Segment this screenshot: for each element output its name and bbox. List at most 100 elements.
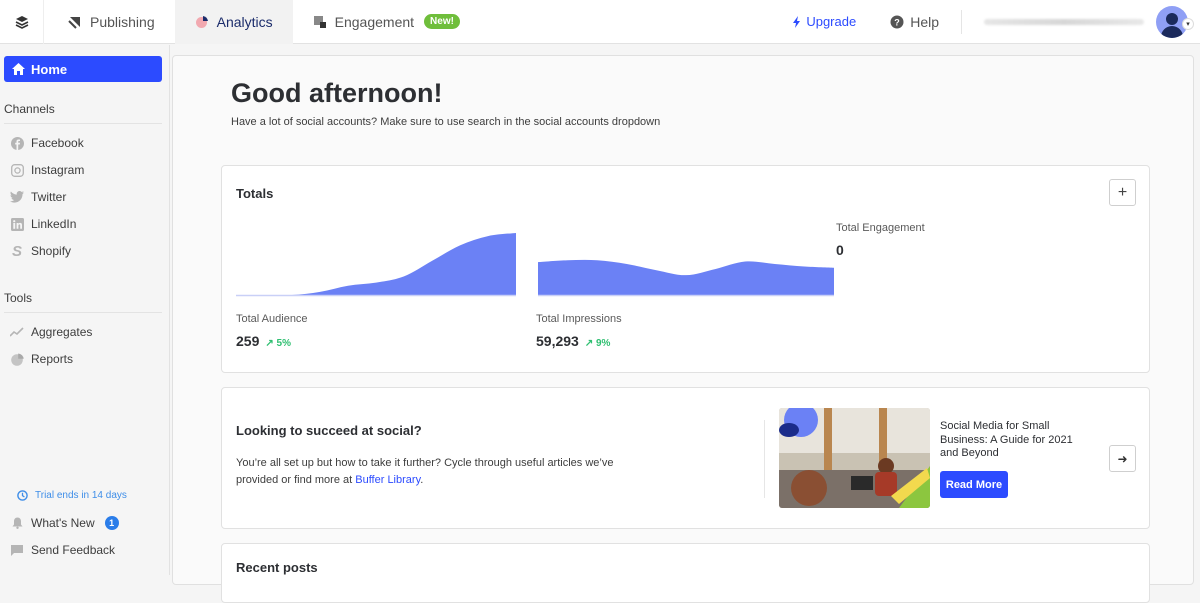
tab-analytics[interactable]: Analytics bbox=[174, 0, 293, 44]
totals-title: Totals bbox=[236, 186, 274, 201]
tools-divider bbox=[4, 312, 162, 313]
svg-text:?: ? bbox=[894, 17, 900, 27]
help-question-icon: ? bbox=[890, 15, 904, 28]
recent-posts-card: Recent posts bbox=[221, 543, 1150, 603]
top-right-actions: Upgrade ? Help ▾ bbox=[792, 0, 1200, 44]
home-label: Home bbox=[31, 61, 68, 77]
tab-engagement-label: Engagement bbox=[334, 13, 415, 30]
help-link[interactable]: ? Help bbox=[890, 9, 962, 34]
shopify-label: Shopify bbox=[31, 244, 72, 258]
promo-body: You’re all set up but how to take it fur… bbox=[236, 457, 614, 486]
tools-heading: Tools bbox=[4, 291, 33, 305]
buffer-logo[interactable] bbox=[0, 0, 44, 44]
promo-text: You’re all set up but how to take it fur… bbox=[236, 455, 656, 488]
promo-title: Looking to succeed at social? bbox=[236, 423, 422, 438]
pie-chart-icon bbox=[10, 352, 24, 366]
send-feedback-label: Send Feedback bbox=[31, 543, 116, 557]
add-metric-button[interactable]: + bbox=[1109, 179, 1136, 206]
total-audience-value: 259 bbox=[236, 333, 260, 349]
channels-divider bbox=[4, 123, 162, 124]
page-subtitle: Have a lot of social accounts? Make sure… bbox=[231, 116, 661, 128]
sidebar-item-whats-new[interactable]: What's New 1 bbox=[10, 514, 119, 532]
sidebar-item-facebook[interactable]: Facebook bbox=[10, 134, 84, 152]
facebook-icon bbox=[10, 136, 24, 150]
bell-icon bbox=[10, 516, 24, 530]
total-impressions-value-row: 59,293 ↗ 9% bbox=[536, 333, 610, 349]
tab-analytics-label: Analytics bbox=[216, 13, 273, 30]
total-audience-change: ↗ 5% bbox=[265, 338, 291, 349]
upgrade-link[interactable]: Upgrade bbox=[792, 14, 856, 29]
tab-engagement[interactable]: Engagement New! bbox=[293, 0, 480, 44]
layers-logo-icon bbox=[15, 15, 28, 29]
account-name-redacted bbox=[984, 18, 1144, 25]
arrow-up-right-icon: ↗ bbox=[265, 338, 274, 349]
sparkline-area-total-impressions bbox=[538, 259, 834, 295]
instagram-icon bbox=[10, 163, 24, 177]
publishing-icon bbox=[68, 16, 80, 29]
sidebar-item-reports[interactable]: Reports bbox=[10, 350, 73, 368]
sidebar: Home Channels Facebook Instagram Twitter… bbox=[0, 45, 170, 575]
total-impressions-value: 59,293 bbox=[536, 333, 579, 349]
home-icon bbox=[12, 63, 25, 75]
trial-status[interactable]: Trial ends in 14 days bbox=[17, 490, 127, 501]
sidebar-item-linkedin[interactable]: LinkedIn bbox=[10, 215, 76, 233]
channels-heading: Channels bbox=[4, 102, 55, 116]
arrow-up-right-icon: ↗ bbox=[584, 338, 594, 349]
whats-new-label: What's New bbox=[31, 516, 95, 530]
total-engagement-label: Total Engagement bbox=[836, 222, 925, 234]
avatar-head bbox=[1166, 12, 1178, 25]
twitter-icon bbox=[10, 190, 24, 204]
top-navigation-bar: Publishing Analytics Engagement New! Upg… bbox=[0, 0, 1200, 44]
facebook-label: Facebook bbox=[31, 136, 84, 150]
page-title: Good afternoon! bbox=[231, 78, 443, 108]
arrow-right-icon: ➜ bbox=[1117, 451, 1128, 466]
read-more-button[interactable]: Read More bbox=[940, 471, 1008, 498]
impressions-sparkline-chart bbox=[538, 259, 834, 297]
total-impressions-change: ↗ 9% bbox=[585, 338, 611, 349]
account-menu-caret-icon[interactable]: ▾ bbox=[1182, 17, 1194, 30]
totals-card: Totals + Total Audience 259 ↗ 5% Total I… bbox=[221, 165, 1150, 373]
promo-period: . bbox=[420, 473, 424, 486]
message-icon bbox=[10, 543, 24, 557]
main-content: Good afternoon! Have a lot of social acc… bbox=[172, 55, 1194, 603]
instagram-label: Instagram bbox=[31, 163, 85, 177]
total-audience-change-value: 5% bbox=[276, 338, 291, 349]
total-engagement-value: 0 bbox=[836, 242, 844, 258]
sidebar-item-instagram[interactable]: Instagram bbox=[10, 161, 84, 179]
total-impressions-change-value: 9% bbox=[596, 338, 611, 349]
recent-posts-title: Recent posts bbox=[236, 560, 318, 575]
help-label: Help bbox=[910, 13, 939, 30]
trial-text: Trial ends in 14 days bbox=[35, 490, 127, 501]
new-badge: New! bbox=[424, 14, 460, 29]
total-audience-label: Total Audience bbox=[236, 313, 308, 325]
linkedin-label: LinkedIn bbox=[31, 217, 77, 231]
total-audience-value-row: 259 ↗ 5% bbox=[236, 333, 291, 349]
twitter-label: Twitter bbox=[31, 190, 67, 204]
sidebar-item-aggregates[interactable]: Aggregates bbox=[10, 323, 92, 341]
shopify-icon: S bbox=[11, 242, 22, 260]
article-image-illustration bbox=[779, 408, 930, 508]
sidebar-item-home[interactable]: Home bbox=[4, 56, 162, 82]
sidebar-item-shopify[interactable]: S Shopify bbox=[10, 242, 71, 260]
tab-publishing[interactable]: Publishing bbox=[48, 0, 175, 44]
article-title: Social Media for Small Business: A Guide… bbox=[940, 420, 1073, 459]
total-impressions-label: Total Impressions bbox=[536, 313, 622, 325]
avatar-body bbox=[1161, 25, 1183, 38]
reports-label: Reports bbox=[31, 352, 74, 366]
clock-icon bbox=[17, 490, 28, 501]
sidebar-item-send-feedback[interactable]: Send Feedback bbox=[10, 541, 115, 559]
engagement-icon bbox=[313, 15, 326, 28]
linkedin-icon bbox=[10, 217, 24, 231]
trend-line-icon bbox=[10, 325, 24, 339]
promo-card: Looking to succeed at social? You’re all… bbox=[221, 387, 1150, 529]
whats-new-count-badge: 1 bbox=[104, 516, 119, 530]
buffer-library-link[interactable]: Buffer Library bbox=[355, 474, 420, 486]
article-thumbnail[interactable] bbox=[779, 408, 930, 508]
upgrade-label: Upgrade bbox=[806, 14, 857, 29]
next-article-button[interactable]: ➜ bbox=[1109, 445, 1136, 472]
sidebar-item-twitter[interactable]: Twitter bbox=[10, 188, 66, 206]
sparkline-area-total-audience bbox=[236, 233, 516, 296]
analytics-pie-icon bbox=[195, 15, 208, 28]
aggregates-label: Aggregates bbox=[31, 325, 93, 339]
promo-divider bbox=[764, 420, 765, 498]
